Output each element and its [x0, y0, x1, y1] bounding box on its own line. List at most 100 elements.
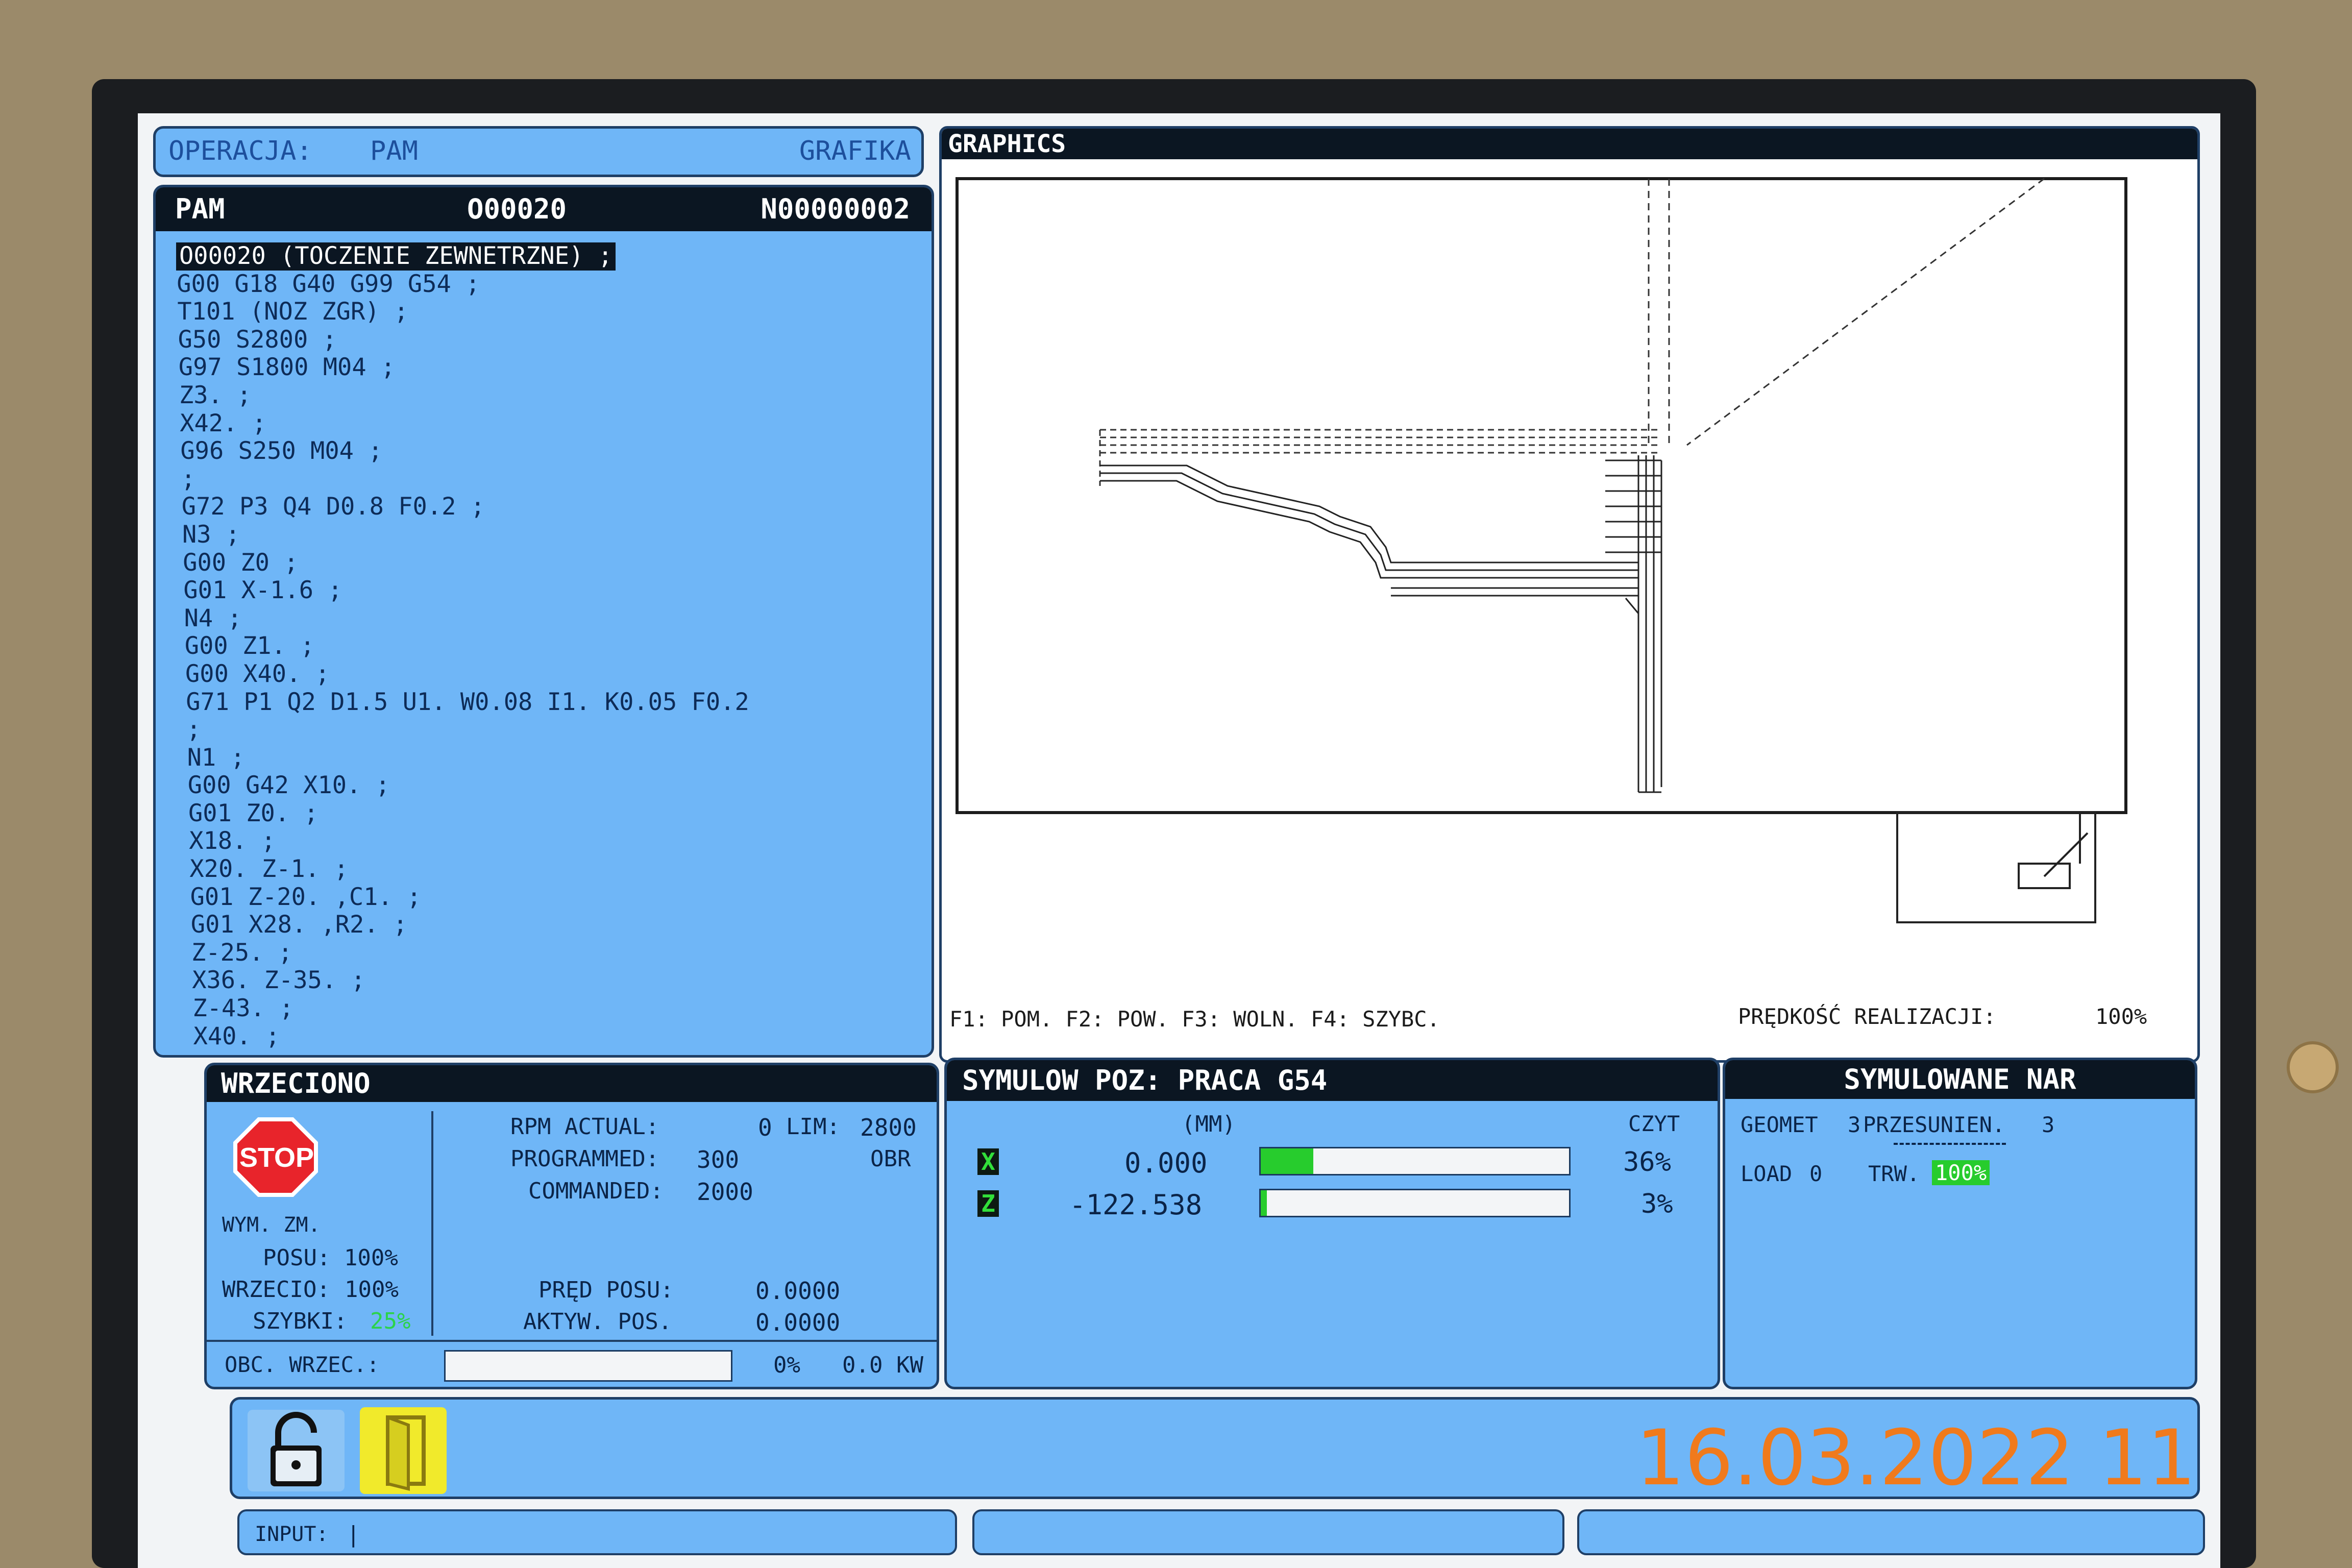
spindle-load-label: OBC. WRZEC.: — [225, 1352, 380, 1377]
program-line[interactable]: ; — [176, 716, 749, 744]
operation-label: OPERACJA: — [168, 136, 312, 166]
program-line[interactable]: G00 Z1. ; — [176, 632, 749, 660]
program-line[interactable]: G00 X40. ; — [176, 660, 749, 689]
program-line[interactable]: N4 ; — [176, 604, 749, 633]
z-axis-load-fill — [1261, 1190, 1267, 1216]
program-line[interactable]: ; — [176, 465, 749, 494]
x-axis-marker: X — [977, 1148, 999, 1175]
program-line-text: N4 ; — [184, 604, 242, 632]
graphics-function-keys[interactable]: F1: POM. F2: POW. F3: WOLN. F4: SZYBC. — [949, 1007, 1440, 1032]
program-line[interactable]: G71 P1 Q2 D1.5 U1. W0.08 I1. K0.05 F0.2 — [176, 688, 749, 717]
softkey-area-2[interactable] — [1577, 1509, 2205, 1555]
cnc-screen: OPERACJA: PAM GRAFIKA PAM O00020 N000000… — [138, 113, 2220, 1568]
lim-label: LIM: — [786, 1114, 840, 1140]
program-line[interactable]: G01 X28. ,R2. ; — [176, 911, 749, 939]
lim-value: 2800 — [860, 1114, 917, 1141]
programmed-unit: OBR — [870, 1146, 911, 1172]
program-line-text: G00 Z1. ; — [184, 632, 315, 660]
commanded-value: 2000 — [697, 1178, 753, 1206]
status-bar: 16.03.2022 11:50 — [230, 1397, 2200, 1499]
graphics-panel: GRAPHICS F1: POM. F2: POW. F3: WOLN. F4:… — [939, 126, 2200, 1063]
program-line-text: X20. Z-1. ; — [189, 855, 349, 884]
program-line[interactable]: G96 S250 M04 ; — [176, 437, 749, 465]
program-line-text: G01 Z-20. ,C1. ; — [190, 883, 422, 911]
execution-speed-value: 100% — [2095, 1004, 2147, 1029]
program-line-selected[interactable]: O00020 (TOCZENIE ZEWNETRZNE) ; — [176, 242, 749, 271]
program-line[interactable]: G01 Z-20. ,C1. ; — [176, 883, 749, 912]
program-line-text: Z3. ; — [179, 381, 252, 409]
spindle-power: 0.0 KW — [842, 1352, 923, 1378]
program-line[interactable]: N3 ; — [176, 521, 749, 549]
program-line[interactable]: Z-25. ; — [176, 939, 749, 967]
program-line-text: G72 P3 Q4 D0.8 F0.2 ; — [181, 493, 485, 521]
workpiece-view-frame — [955, 177, 2127, 814]
program-line-text: G71 P1 Q2 D1.5 U1. W0.08 I1. K0.05 F0.2 — [186, 688, 749, 716]
program-line-text: ; — [186, 716, 201, 744]
program-panel-header: PAM O00020 N00000002 — [156, 187, 932, 231]
program-line-text: X42. ; — [180, 409, 266, 437]
spindle-override-value: 100% — [345, 1277, 399, 1303]
program-line-text: G00 G18 G40 G99 G54 ; — [177, 270, 480, 298]
graphics-panel-header: GRAPHICS — [942, 129, 2197, 159]
program-mode: PAM — [175, 193, 225, 225]
spindle-load-divider — [207, 1340, 937, 1342]
feed-override: POSU: 100% — [263, 1245, 398, 1271]
position-panel-header: SYMULOW POZ: PRACA G54 — [947, 1060, 1718, 1101]
program-line[interactable]: Z-43. ; — [176, 994, 749, 1023]
program-line[interactable]: Z3. ; — [176, 381, 749, 410]
softkey-area-1[interactable] — [972, 1509, 1564, 1555]
tool-life-label: TRW. — [1868, 1161, 1920, 1186]
door-icon — [386, 1415, 426, 1491]
program-line[interactable]: G00 Z0 ; — [176, 549, 749, 577]
program-number: O00020 — [467, 193, 567, 225]
position-panel: SYMULOW POZ: PRACA G54 (MM) CZYT X 0.000… — [944, 1058, 1720, 1389]
simulated-tools-title: SYMULOWANE NAR — [1844, 1063, 2076, 1095]
program-line[interactable]: X36. Z-35. ; — [176, 967, 749, 995]
position-title: SYMULOW POZ: PRACA G54 — [962, 1064, 1328, 1096]
program-line[interactable]: X42. ; — [176, 409, 749, 438]
program-line[interactable]: G00 G18 G40 G99 G54 ; — [176, 270, 749, 299]
z-axis-percent: 3% — [1641, 1189, 1673, 1219]
program-line[interactable]: G00 G42 X10. ; — [176, 771, 749, 800]
execution-speed-label: PRĘDKOŚĆ REALIZACJI: — [1738, 1004, 1996, 1029]
program-line-text: X18. ; — [189, 827, 276, 855]
program-line[interactable]: T101 (NOZ ZGR) ; — [176, 298, 749, 326]
toolpath-viewport[interactable] — [942, 159, 2197, 1027]
program-line[interactable]: X40. ; — [176, 1022, 749, 1051]
program-line[interactable]: G72 P3 Q4 D0.8 F0.2 ; — [176, 493, 749, 521]
program-line[interactable]: G97 S1800 M04 ; — [176, 354, 749, 382]
commanded-label: COMMANDED: — [528, 1178, 664, 1204]
program-line-text: T101 (NOZ ZGR) ; — [177, 298, 409, 326]
override-title: WYM. ZM. — [222, 1213, 321, 1237]
z-axis-value: -122.538 — [1069, 1189, 1203, 1221]
program-line[interactable]: X20. Z-1. ; — [176, 855, 749, 884]
program-line[interactable]: X18. ; — [176, 827, 749, 855]
graphics-mode-label[interactable]: GRAFIKA — [799, 136, 911, 166]
program-line[interactable]: G01 X-1.6 ; — [176, 576, 749, 605]
program-line-text: G00 Z0 ; — [183, 548, 299, 577]
program-line[interactable]: G50 S2800 ; — [176, 326, 749, 354]
x-axis-percent: 36% — [1623, 1147, 1671, 1178]
unlock-button[interactable] — [248, 1410, 345, 1491]
operation-mode-value: PAM — [370, 136, 418, 166]
active-feed-value: 0.0000 — [755, 1309, 841, 1336]
x-axis-value: 0.000 — [1124, 1147, 1208, 1179]
program-line-text: G00 X40. ; — [185, 659, 330, 688]
program-line-text: O00020 (TOCZENIE ZEWNETRZNE) ; — [176, 242, 616, 271]
program-listing[interactable]: O00020 (TOCZENIE ZEWNETRZNE) ; G00 G18 G4… — [176, 242, 749, 1050]
program-line-text: G00 G42 X10. ; — [187, 771, 390, 800]
z-axis-marker: Z — [977, 1190, 999, 1217]
geomet-label: GEOMET — [1741, 1112, 1818, 1137]
override-divider — [431, 1111, 433, 1336]
tool-load-value: 0 — [1809, 1161, 1823, 1186]
program-line[interactable]: G01 Z0. ; — [176, 799, 749, 828]
ratio-label: CZYT — [1628, 1111, 1680, 1136]
x-axis-load-fill — [1261, 1148, 1313, 1174]
stop-sign-label: STOP — [239, 1142, 314, 1173]
offset-value: 3 — [2042, 1112, 2055, 1137]
spindle-load-percent: 0% — [773, 1352, 800, 1378]
z-axis-load-bar — [1259, 1189, 1571, 1217]
door-button[interactable] — [360, 1407, 447, 1494]
input-field[interactable]: INPUT: | — [237, 1509, 957, 1555]
program-line[interactable]: N1 ; — [176, 744, 749, 772]
